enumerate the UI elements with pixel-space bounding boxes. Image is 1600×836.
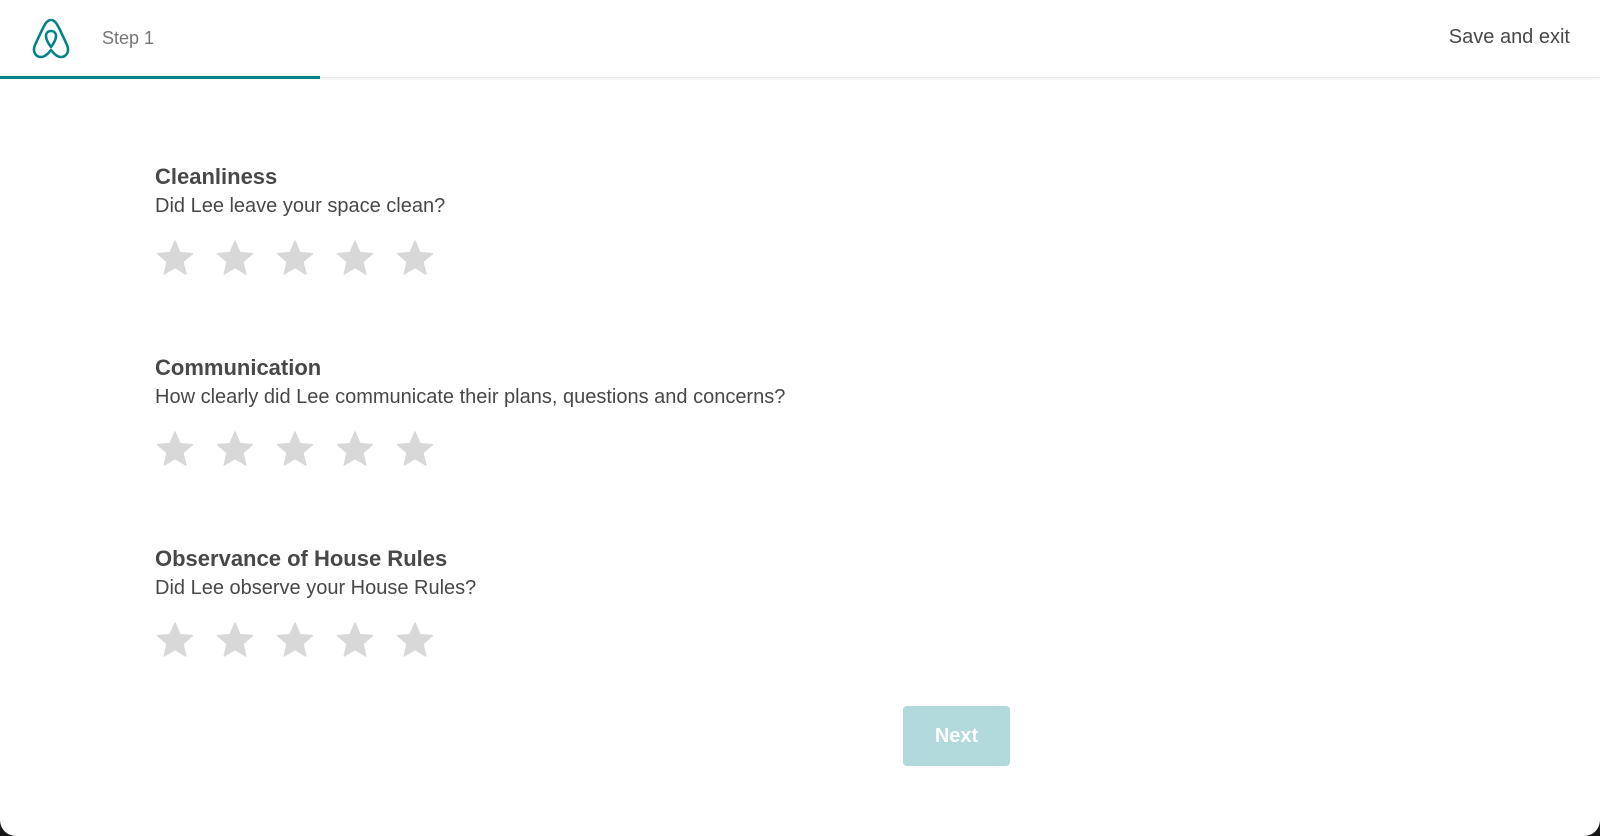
section-title: Observance of House Rules: [155, 546, 448, 571]
star-icon[interactable]: [155, 429, 195, 469]
review-form: Cleanliness Did Lee leave your space cle…: [155, 162, 1055, 735]
section-title: Cleanliness: [155, 164, 278, 189]
rating-section-cleanliness: Cleanliness Did Lee leave your space cle…: [155, 162, 1055, 353]
window-corner-left: [0, 820, 16, 836]
star-rating: [155, 618, 1055, 662]
star-icon[interactable]: [155, 620, 195, 660]
star-icon[interactable]: [215, 620, 255, 660]
star-icon[interactable]: [275, 620, 315, 660]
star-icon[interactable]: [155, 238, 195, 278]
star-icon[interactable]: [335, 620, 375, 660]
star-icon[interactable]: [335, 429, 375, 469]
star-icon[interactable]: [395, 238, 435, 278]
airbnb-logo-icon[interactable]: [30, 16, 72, 60]
rating-section-communication: Communication How clearly did Lee commun…: [155, 353, 1055, 544]
star-icon[interactable]: [335, 238, 375, 278]
top-header: Step 1 Save and exit: [0, 0, 1600, 79]
section-question: Did Lee observe your House Rules?: [155, 577, 477, 599]
star-icon[interactable]: [275, 238, 315, 278]
next-button[interactable]: Next: [903, 706, 1010, 766]
section-title: Communication: [155, 355, 322, 380]
star-icon[interactable]: [275, 429, 315, 469]
star-rating: [155, 236, 1055, 280]
star-icon[interactable]: [215, 238, 255, 278]
window-corner-right: [1584, 820, 1600, 836]
star-rating: [155, 427, 1055, 471]
progress-bar-fill: [0, 76, 320, 79]
save-and-exit-button[interactable]: Save and exit: [1449, 24, 1570, 50]
section-question: How clearly did Lee communicate their pl…: [155, 386, 786, 408]
progress-bar: [0, 76, 1600, 79]
section-question: Did Lee leave your space clean?: [155, 195, 446, 217]
star-icon[interactable]: [215, 429, 255, 469]
star-icon[interactable]: [395, 429, 435, 469]
step-label: Step 1: [102, 28, 155, 48]
star-icon[interactable]: [395, 620, 435, 660]
